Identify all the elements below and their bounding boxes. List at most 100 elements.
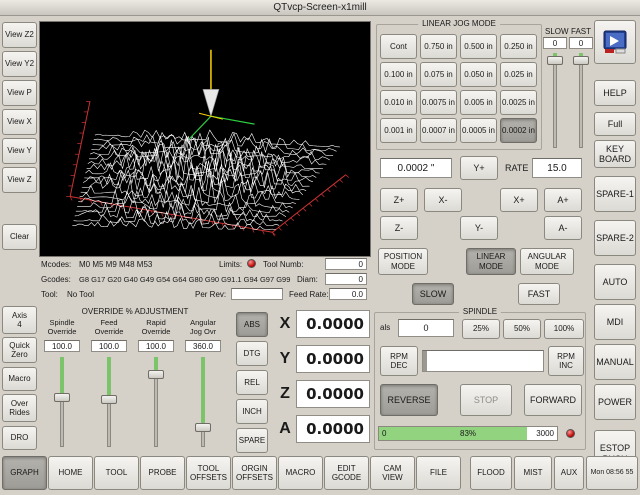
jog-inc-button[interactable]: 0.005 in — [460, 90, 497, 115]
exit-screen-button[interactable] — [594, 20, 636, 64]
jog-slow-slider[interactable] — [546, 53, 564, 148]
aux-button[interactable]: AUX — [554, 456, 584, 490]
jog-x-minus-button[interactable]: X- — [424, 188, 462, 212]
dro-inch-button[interactable]: INCH — [236, 399, 268, 424]
tab-origin-offsets-button[interactable]: ORGIN OFFSETS — [232, 456, 277, 490]
jog-inc-cont-button[interactable]: Cont — [380, 34, 417, 59]
view-p-button[interactable]: View P — [2, 80, 37, 106]
status-block: Mcodes: M0 M5 M9 M48 M53 Limits: Tool Nu… — [39, 258, 371, 304]
view-y-button[interactable]: View Y — [2, 138, 37, 164]
slider-handle[interactable] — [148, 370, 164, 379]
keyboard-button[interactable]: KEY BOARD — [594, 140, 636, 168]
tab-graph-button[interactable]: GRAPH — [2, 456, 47, 490]
jog-inc-button[interactable]: 0.0075 in — [420, 90, 457, 115]
linear-mode-button[interactable]: LINEAR MODE — [466, 248, 516, 275]
slider-handle[interactable] — [54, 393, 70, 402]
jog-inc-button[interactable]: 0.0007 in — [420, 118, 457, 143]
tab-probe-button[interactable]: PROBE — [140, 456, 185, 490]
jog-inc-button[interactable]: 0.025 in — [500, 62, 537, 87]
jog-inc-selected-button[interactable]: 0.0002 in — [500, 118, 537, 143]
mist-button[interactable]: MIST — [514, 456, 552, 490]
tab-cam-view-button[interactable]: CAM VIEW — [370, 456, 415, 490]
limits-label: Limits: — [219, 260, 242, 269]
full-button[interactable]: Full — [594, 112, 636, 136]
jog-inc-button[interactable]: 0.750 in — [420, 34, 457, 59]
spare2-button[interactable]: SPARE-2 — [594, 220, 636, 256]
jog-a-minus-button[interactable]: A- — [544, 216, 582, 240]
jog-z-minus-button[interactable]: Z- — [380, 216, 418, 240]
manual-button[interactable]: MANUAL — [594, 344, 636, 380]
dro-spare-button[interactable]: SPARE — [236, 428, 268, 453]
dro-rel-button[interactable]: REL — [236, 370, 268, 395]
quick-zero-button[interactable]: Quick Zero — [2, 337, 37, 363]
jog-z-plus-button[interactable]: Z+ — [380, 188, 418, 212]
view-clear-button[interactable]: Clear — [2, 224, 37, 250]
feed-rate-value: 0.0 — [329, 288, 367, 300]
tab-macro-button[interactable]: MACRO — [278, 456, 323, 490]
spindle-stop-button[interactable]: STOP — [460, 384, 512, 416]
feed-override-slider[interactable] — [100, 357, 118, 447]
power-button[interactable]: POWER — [594, 384, 636, 420]
jog-inc-button[interactable]: 0.250 in — [500, 34, 537, 59]
rapid-override-slider[interactable] — [147, 357, 165, 447]
spindle-forward-button[interactable]: FORWARD — [524, 384, 582, 416]
spindle-als-value[interactable]: 0 — [398, 319, 454, 337]
tab-file-button[interactable]: FILE — [416, 456, 461, 490]
spindle-reverse-button[interactable]: REVERSE — [380, 384, 438, 416]
tab-tool-button[interactable]: TOOL — [94, 456, 139, 490]
spare1-button[interactable]: SPARE-1 — [594, 176, 636, 212]
angular-jog-override-slider[interactable] — [194, 357, 212, 447]
slider-fill — [201, 357, 205, 423]
jog-mode-title: LINEAR JOG MODE — [418, 19, 500, 28]
tab-edit-gcode-button[interactable]: EDIT GCODE — [324, 456, 369, 490]
rpm-dec-button[interactable]: RPM DEC — [380, 346, 418, 376]
tab-tool-offsets-button[interactable]: TOOL OFFSETS — [186, 456, 231, 490]
rpm-inc-button[interactable]: RPM INC — [548, 346, 584, 376]
slider-handle[interactable] — [573, 56, 589, 65]
spindle-50-button[interactable]: 50% — [503, 319, 541, 339]
view-x-button[interactable]: View X — [2, 109, 37, 135]
macro-nav-button[interactable]: Macro — [2, 367, 37, 391]
dro-button[interactable]: DRO — [2, 426, 37, 450]
jog-inc-button[interactable]: 0.075 in — [420, 62, 457, 87]
view-z2-button[interactable]: View Z2 — [2, 22, 37, 48]
view-z-button[interactable]: View Z — [2, 167, 37, 193]
position-mode-button[interactable]: POSITION MODE — [378, 248, 428, 275]
angular-jog-override-value: 360.0 — [185, 340, 221, 352]
jog-y-minus-button[interactable]: Y- — [460, 216, 498, 240]
mdi-button[interactable]: MDI — [594, 304, 636, 340]
spindle-100-button[interactable]: 100% — [544, 319, 584, 339]
slider-groove — [579, 53, 583, 148]
gcode-graphics-view[interactable] — [39, 21, 371, 257]
axis-4-button[interactable]: Axis 4 — [2, 306, 37, 334]
jog-inc-button[interactable]: 0.010 in — [380, 90, 417, 115]
jog-inc-button[interactable]: 0.0005 in — [460, 118, 497, 143]
angular-mode-button[interactable]: ANGULAR MODE — [520, 248, 574, 275]
jog-a-plus-button[interactable]: A+ — [544, 188, 582, 212]
jog-inc-button[interactable]: 0.500 in — [460, 34, 497, 59]
flood-button[interactable]: FLOOD — [470, 456, 512, 490]
jog-x-plus-button[interactable]: X+ — [500, 188, 538, 212]
jog-fast-button[interactable]: FAST — [518, 283, 560, 305]
dro-dtg-button[interactable]: DTG — [236, 341, 268, 366]
auto-button[interactable]: AUTO — [594, 264, 636, 300]
spindle-25-button[interactable]: 25% — [462, 319, 500, 339]
spindle-override-slider[interactable] — [53, 357, 71, 447]
dro-y-value: 0.0000 — [296, 345, 370, 373]
jog-fast-slider[interactable] — [572, 53, 590, 148]
overrides-button[interactable]: Over Rides — [2, 394, 37, 422]
jog-inc-button[interactable]: 0.0025 in — [500, 90, 537, 115]
dro-abs-button[interactable]: ABS — [236, 312, 268, 337]
slider-handle[interactable] — [547, 56, 563, 65]
slider-handle[interactable] — [195, 423, 211, 432]
jog-fast-value: 0 — [569, 37, 593, 49]
jog-slow-button[interactable]: SLOW — [412, 283, 454, 305]
view-y2-button[interactable]: View Y2 — [2, 51, 37, 77]
jog-inc-button[interactable]: 0.050 in — [460, 62, 497, 87]
help-button[interactable]: HELP — [594, 80, 636, 106]
jog-inc-button[interactable]: 0.001 in — [380, 118, 417, 143]
jog-y-plus-button[interactable]: Y+ — [460, 156, 498, 180]
tab-home-button[interactable]: HOME — [48, 456, 93, 490]
jog-inc-button[interactable]: 0.100 in — [380, 62, 417, 87]
slider-handle[interactable] — [101, 395, 117, 404]
